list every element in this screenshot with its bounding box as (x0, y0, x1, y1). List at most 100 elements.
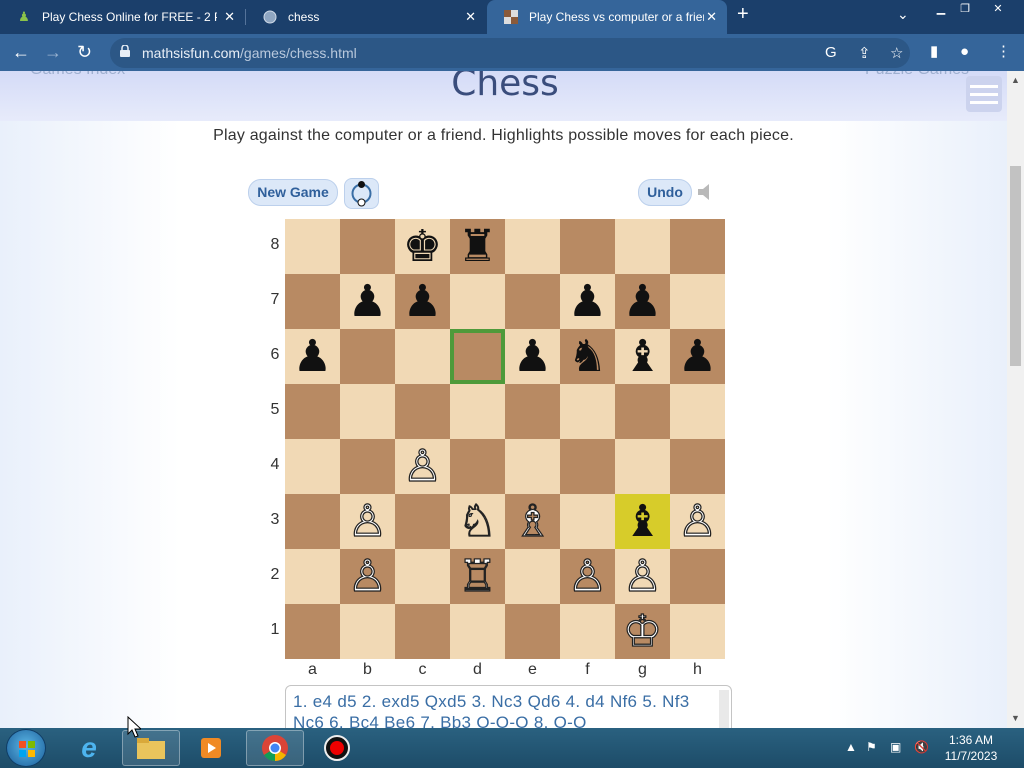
black-pawn-piece[interactable]: ♟ (285, 329, 340, 384)
white-rook-piece[interactable]: ♖ (450, 549, 505, 604)
black-pawn-piece[interactable]: ♟ (395, 274, 450, 329)
close-window-button[interactable]: ✕ (984, 2, 1012, 16)
square-a7[interactable] (285, 274, 340, 329)
square-g8[interactable] (615, 219, 670, 274)
square-a2[interactable] (285, 549, 340, 604)
black-bishop-piece[interactable]: ♝ (615, 494, 670, 549)
menu-dots-icon[interactable]: ⋮ (996, 40, 1011, 64)
square-d4[interactable] (450, 439, 505, 494)
share-icon[interactable]: ⇪ (858, 44, 871, 62)
square-g4[interactable] (615, 439, 670, 494)
black-pawn-piece[interactable]: ♟ (340, 274, 395, 329)
square-a5[interactable] (285, 384, 340, 439)
square-d5[interactable] (450, 384, 505, 439)
square-h1[interactable] (670, 604, 725, 659)
square-f1[interactable] (560, 604, 615, 659)
puzzle-games-link[interactable]: Puzzle Games (865, 71, 969, 79)
square-e1[interactable] (505, 604, 560, 659)
scrollbar-thumb[interactable] (1010, 166, 1021, 366)
square-c1[interactable] (395, 604, 450, 659)
square-e7[interactable] (505, 274, 560, 329)
square-h4[interactable] (670, 439, 725, 494)
hamburger-menu-icon[interactable] (966, 76, 1002, 112)
scroll-down-arrow-icon[interactable]: ▼ (1011, 713, 1020, 723)
new-game-button[interactable]: New Game (248, 179, 338, 206)
close-icon[interactable]: ✕ (224, 9, 235, 25)
square-b8[interactable] (340, 219, 395, 274)
square-f8[interactable] (560, 219, 615, 274)
square-h7[interactable] (670, 274, 725, 329)
square-c6[interactable] (395, 329, 450, 384)
square-a4[interactable] (285, 439, 340, 494)
white-pawn-piece[interactable]: ♙ (670, 494, 725, 549)
black-rook-piece[interactable]: ♜ (450, 219, 505, 274)
volume-muted-icon[interactable]: 🔇 (914, 740, 929, 754)
profile-icon[interactable]: ● (960, 40, 969, 64)
square-b6[interactable] (340, 329, 395, 384)
square-c5[interactable] (395, 384, 450, 439)
square-b5[interactable] (340, 384, 395, 439)
restore-button[interactable]: ❐ (952, 2, 978, 16)
show-hidden-icons-icon[interactable]: ▲ (845, 740, 857, 754)
media-player-icon[interactable] (182, 730, 240, 766)
close-icon[interactable]: ✕ (706, 9, 717, 25)
square-c3[interactable] (395, 494, 450, 549)
square-d7[interactable] (450, 274, 505, 329)
move-list-scrollbar[interactable] (719, 690, 729, 728)
minimize-button[interactable]: ▁ (928, 2, 954, 16)
speaker-icon[interactable] (696, 182, 716, 202)
white-pawn-piece[interactable]: ♙ (615, 549, 670, 604)
move-list-box[interactable]: 1. e4 d5 2. exd5 Qxd5 3. Nc3 Qd6 4. d4 N… (285, 685, 732, 728)
square-d1[interactable] (450, 604, 505, 659)
white-pawn-piece[interactable]: ♙ (340, 549, 395, 604)
system-clock[interactable]: 1:36 AM 11/7/2023 (930, 732, 1012, 764)
black-pawn-piece[interactable]: ♟ (615, 274, 670, 329)
black-knight-piece[interactable]: ♞ (560, 329, 615, 384)
white-knight-piece[interactable]: ♘ (450, 494, 505, 549)
black-pawn-piece[interactable]: ♟ (560, 274, 615, 329)
square-e2[interactable] (505, 549, 560, 604)
close-icon[interactable]: ✕ (465, 9, 476, 25)
chevron-down-icon[interactable]: ⌄ (897, 6, 909, 23)
white-bishop-piece[interactable]: ♗ (505, 494, 560, 549)
square-h8[interactable] (670, 219, 725, 274)
tab-chess[interactable]: chess ✕ (246, 0, 486, 34)
square-f5[interactable] (560, 384, 615, 439)
square-b1[interactable] (340, 604, 395, 659)
scroll-up-arrow-icon[interactable]: ▲ (1011, 75, 1020, 85)
page-scrollbar[interactable]: ▲ ▼ (1007, 71, 1024, 728)
flip-board-button[interactable] (344, 178, 379, 209)
square-f4[interactable] (560, 439, 615, 494)
sidebar-icon[interactable]: ▮ (930, 40, 938, 64)
internet-explorer-icon[interactable]: e (60, 730, 118, 766)
square-a8[interactable] (285, 219, 340, 274)
tab-play-chess-online[interactable]: ♟ Play Chess Online for FREE - 2 Pla ✕ (0, 0, 245, 34)
square-a3[interactable] (285, 494, 340, 549)
square-e8[interactable] (505, 219, 560, 274)
black-king-piece[interactable]: ♚ (395, 219, 450, 274)
black-pawn-piece[interactable]: ♟ (505, 329, 560, 384)
address-bar[interactable]: mathsisfun.com/games/chess.html G ⇪ ☆ (110, 38, 910, 68)
white-king-piece[interactable]: ♔ (615, 604, 670, 659)
square-c2[interactable] (395, 549, 450, 604)
forward-button[interactable]: → (44, 40, 62, 64)
white-pawn-piece[interactable]: ♙ (560, 549, 615, 604)
white-pawn-piece[interactable]: ♙ (395, 439, 450, 494)
square-b4[interactable] (340, 439, 395, 494)
action-center-icon[interactable]: ⚑ (866, 740, 877, 754)
black-pawn-piece[interactable]: ♟ (670, 329, 725, 384)
games-index-link[interactable]: Games Index (30, 71, 125, 79)
square-d6[interactable] (450, 329, 505, 384)
square-f3[interactable] (560, 494, 615, 549)
square-e4[interactable] (505, 439, 560, 494)
google-icon[interactable]: G (825, 44, 837, 61)
screen-recorder-icon[interactable] (308, 730, 366, 766)
white-pawn-piece[interactable]: ♙ (340, 494, 395, 549)
chrome-icon[interactable] (246, 730, 304, 766)
square-h2[interactable] (670, 549, 725, 604)
chess-board[interactable]: ♚ ♜ ♟ ♟ ♟ ♟ ♟ ♟ ♞ ♝ ♟ ♙ ♙ ♘ ♗ ♝ ♙ ♙ ♖ ♙ ♙ ♔ (285, 219, 725, 659)
square-g5[interactable] (615, 384, 670, 439)
back-button[interactable]: ← (12, 40, 30, 64)
network-icon[interactable]: ▣ (890, 740, 901, 754)
black-bishop-piece[interactable]: ♝ (615, 329, 670, 384)
